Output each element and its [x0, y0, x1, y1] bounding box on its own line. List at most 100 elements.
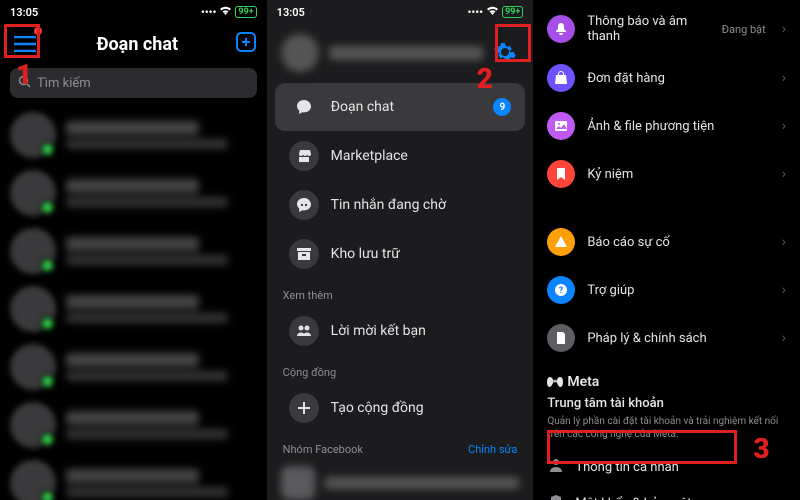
setting-label: Đơn đặt hàng: [587, 71, 769, 86]
section-community: Cộng đồng: [267, 356, 534, 383]
setting-label: Pháp lý & chính sách: [587, 331, 769, 346]
wifi-icon: [486, 6, 499, 19]
meta-accounts-center: Meta Trung tâm tài khoản Quản lý phần cà…: [533, 362, 800, 449]
setting-notifications[interactable]: Thông báo và âm thanh Đang bật ›: [533, 4, 800, 54]
compose-button[interactable]: [235, 31, 257, 57]
signal-icon: ••••: [201, 6, 217, 19]
meta-personal-info[interactable]: Thông tin cá nhân: [533, 449, 800, 485]
chevron-right-icon: ›: [782, 330, 786, 346]
meta-center-desc: Quản lý phần cài đặt tài khoản và trải n…: [547, 415, 786, 441]
plus-icon: [289, 393, 319, 423]
chat-row[interactable]: [10, 454, 257, 500]
setting-status: Đang bật: [722, 23, 766, 36]
screen-drawer: 13:05 •••• 99+ Đoạn chat 9 Marketplace T…: [267, 0, 534, 500]
setting-label: Kỷ niệm: [587, 167, 769, 182]
search-placeholder: Tìm kiếm: [37, 76, 91, 91]
chevron-right-icon: ›: [782, 21, 786, 37]
chat-row[interactable]: [10, 280, 257, 338]
page-title: Đoạn chat: [40, 34, 235, 55]
menu-label: Đoạn chat: [331, 99, 394, 115]
marketplace-icon: [289, 141, 319, 171]
status-bar: 13:05 •••• 99+: [0, 0, 267, 24]
wifi-icon: [219, 6, 232, 19]
chevron-right-icon: ›: [782, 282, 786, 298]
chevron-right-icon: ›: [782, 70, 786, 86]
svg-text:?: ?: [559, 286, 564, 296]
menu-label: Tin nhắn đang chờ: [331, 197, 446, 213]
battery-icon: 99+: [235, 6, 256, 18]
menu-create-community[interactable]: Tạo cộng đồng: [275, 384, 526, 432]
setting-report[interactable]: Báo cáo sự cố ›: [533, 218, 800, 266]
chat-row[interactable]: [10, 164, 257, 222]
menu-label: Tạo cộng đồng: [331, 400, 424, 416]
menu-marketplace[interactable]: Marketplace: [275, 132, 526, 180]
menu-label: Kho lưu trữ: [331, 246, 400, 262]
setting-orders[interactable]: Đơn đặt hàng ›: [533, 54, 800, 102]
menu-chats[interactable]: Đoạn chat 9: [275, 83, 526, 131]
shield-icon: [547, 494, 565, 500]
setting-label: Trợ giúp: [587, 283, 769, 298]
edit-link[interactable]: Chỉnh sửa: [468, 443, 517, 456]
chevron-right-icon: ›: [782, 166, 786, 182]
setting-legal[interactable]: Pháp lý & chính sách ›: [533, 314, 800, 362]
meta-item-label: Thông tin cá nhân: [575, 460, 679, 475]
setting-memories[interactable]: Kỷ niệm ›: [533, 150, 800, 198]
bag-icon: [547, 64, 575, 92]
section-more: Xem thêm: [267, 279, 534, 306]
setting-label: Ảnh & file phương tiện: [587, 119, 769, 134]
chat-list: [0, 106, 267, 500]
notification-dot: [34, 27, 42, 35]
section-fb-groups: Nhóm Facebook Chỉnh sửa: [267, 433, 534, 460]
screen-settings: Thông báo và âm thanh Đang bật › Đơn đặt…: [533, 0, 800, 500]
status-right: •••• 99+: [201, 6, 257, 19]
search-icon: [18, 75, 31, 92]
chat-row[interactable]: [10, 396, 257, 454]
setting-label: Thông báo và âm thanh: [587, 14, 709, 44]
setting-help[interactable]: ? Trợ giúp ›: [533, 266, 800, 314]
menu-friend-requests[interactable]: Lời mời kết bạn: [275, 307, 526, 355]
drawer-profile[interactable]: [267, 24, 534, 82]
unread-badge: 9: [493, 98, 511, 116]
chevron-right-icon: ›: [782, 234, 786, 250]
bookmark-icon: [547, 160, 575, 188]
clock: 13:05: [10, 6, 38, 19]
hamburger-button[interactable]: [10, 29, 40, 59]
signal-icon: ••••: [467, 6, 483, 19]
fb-group-row[interactable]: [281, 460, 520, 500]
meta-center-title: Trung tâm tài khoản: [547, 396, 786, 411]
meta-item-label: Mật khẩu & bảo mật: [575, 496, 691, 500]
chat-row[interactable]: [10, 222, 257, 280]
avatar: [281, 34, 319, 72]
menu-message-requests[interactable]: Tin nhắn đang chờ: [275, 181, 526, 229]
bell-icon: [547, 15, 575, 43]
chevron-right-icon: ›: [782, 118, 786, 134]
chat-bubble-icon: [289, 92, 319, 122]
image-icon: [547, 112, 575, 140]
setting-media[interactable]: Ảnh & file phương tiện ›: [533, 102, 800, 150]
profile-name: [329, 46, 484, 60]
fb-groups-list: [267, 460, 534, 500]
menu-label: Marketplace: [331, 148, 408, 164]
menu-archive[interactable]: Kho lưu trữ: [275, 230, 526, 278]
setting-label: Báo cáo sự cố: [587, 235, 769, 250]
chat-row[interactable]: [10, 338, 257, 396]
menu-label: Lời mời kết bạn: [331, 323, 426, 339]
message-icon: [289, 190, 319, 220]
section-label: Nhóm Facebook: [283, 443, 363, 456]
people-icon: [289, 316, 319, 346]
clock: 13:05: [277, 6, 305, 19]
chats-header: Đoạn chat: [0, 24, 267, 64]
meta-logo: Meta: [547, 374, 786, 390]
screen-chats: 13:05 •••• 99+ Đoạn chat Tìm kiếm: [0, 0, 267, 500]
person-icon: [547, 458, 565, 476]
question-icon: ?: [547, 276, 575, 304]
document-icon: [547, 324, 575, 352]
archive-icon: [289, 239, 319, 269]
warning-icon: [547, 228, 575, 256]
settings-gear-button[interactable]: [493, 40, 519, 66]
meta-password-security[interactable]: Mật khẩu & bảo mật: [533, 485, 800, 500]
status-bar: 13:05 •••• 99+: [267, 0, 534, 24]
status-right: •••• 99+: [467, 6, 523, 19]
chat-row[interactable]: [10, 106, 257, 164]
search-input[interactable]: Tìm kiếm: [10, 68, 257, 98]
